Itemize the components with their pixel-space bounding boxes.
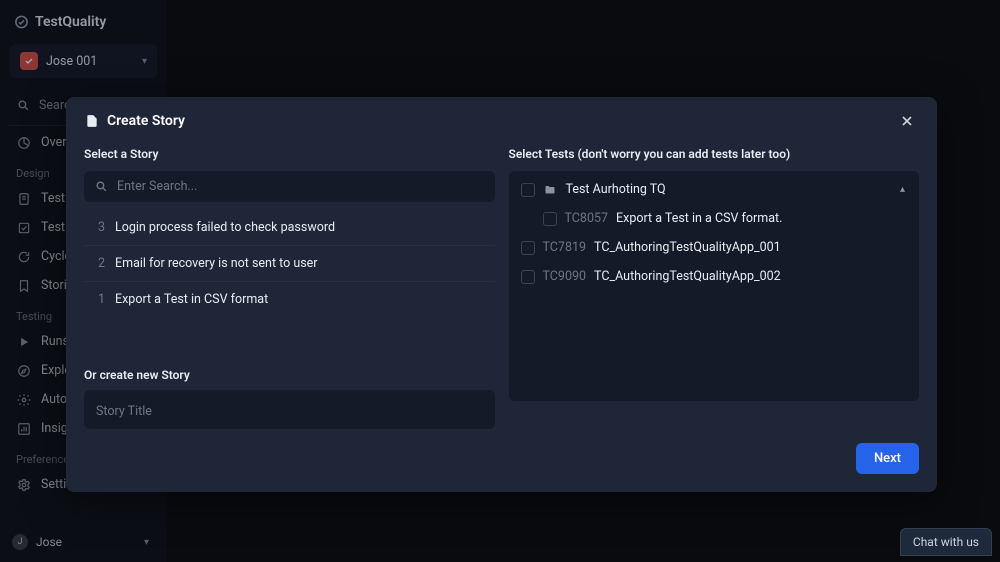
file-plus-icon bbox=[84, 114, 99, 129]
create-story-label: Or create new Story bbox=[84, 368, 495, 382]
chat-widget[interactable]: Chat with us bbox=[900, 528, 992, 556]
tree-test-row[interactable]: TC9090 TC_AuthoringTestQualityApp_002 bbox=[509, 262, 920, 291]
test-id: TC8057 bbox=[565, 211, 609, 226]
tree-folder-row[interactable]: Test Aurhoting TQ ▴ bbox=[509, 175, 920, 204]
select-story-panel: Select a Story 3 Login process failed to… bbox=[84, 147, 495, 429]
story-title-input[interactable] bbox=[96, 404, 483, 419]
modal-title: Create Story bbox=[107, 113, 185, 129]
checkbox[interactable] bbox=[521, 270, 535, 284]
test-name: TC_AuthoringTestQualityApp_001 bbox=[594, 240, 781, 255]
folder-icon bbox=[543, 182, 558, 197]
next-button[interactable]: Next bbox=[856, 443, 919, 474]
story-item[interactable]: 2 Email for recovery is not sent to user bbox=[84, 246, 495, 282]
tree-test-row[interactable]: TC8057 Export a Test in a CSV format. bbox=[509, 204, 920, 233]
story-item[interactable]: 3 Login process failed to check password bbox=[84, 210, 495, 246]
story-title: Login process failed to check password bbox=[115, 220, 335, 235]
modal-header: Create Story bbox=[84, 111, 919, 131]
modal-footer: Next bbox=[84, 443, 919, 474]
story-title: Export a Test in CSV format bbox=[115, 292, 268, 307]
folder-name: Test Aurhoting TQ bbox=[566, 182, 666, 197]
test-id: TC7819 bbox=[543, 240, 587, 255]
checkbox[interactable] bbox=[521, 241, 535, 255]
story-number: 1 bbox=[95, 292, 105, 307]
checkbox[interactable] bbox=[543, 212, 557, 226]
test-id: TC9090 bbox=[543, 269, 587, 284]
close-button[interactable] bbox=[895, 111, 919, 131]
tests-tree: Test Aurhoting TQ ▴ TC8057 Export a Test… bbox=[509, 171, 920, 401]
modal-body: Select a Story 3 Login process failed to… bbox=[84, 147, 919, 429]
chevron-up-icon[interactable]: ▴ bbox=[900, 184, 905, 195]
story-number: 2 bbox=[95, 256, 105, 271]
story-list: 3 Login process failed to check password… bbox=[84, 210, 495, 350]
search-icon bbox=[94, 179, 109, 194]
story-item[interactable]: 1 Export a Test in CSV format bbox=[84, 282, 495, 317]
tree-test-row[interactable]: TC7819 TC_AuthoringTestQualityApp_001 bbox=[509, 233, 920, 262]
test-name: Export a Test in a CSV format. bbox=[616, 211, 782, 226]
chat-label: Chat with us bbox=[913, 535, 979, 549]
checkbox[interactable] bbox=[521, 183, 535, 197]
test-name: TC_AuthoringTestQualityApp_002 bbox=[594, 269, 781, 284]
panel-title: Select Tests (don't worry you can add te… bbox=[509, 147, 920, 161]
select-tests-panel: Select Tests (don't worry you can add te… bbox=[509, 147, 920, 429]
story-search[interactable] bbox=[84, 171, 495, 202]
story-title: Email for recovery is not sent to user bbox=[115, 256, 318, 271]
story-title-field[interactable] bbox=[84, 390, 495, 429]
story-number: 3 bbox=[95, 220, 105, 235]
story-search-input[interactable] bbox=[117, 179, 485, 194]
create-story-modal: Create Story Select a Story 3 Login proc… bbox=[66, 97, 937, 492]
panel-title: Select a Story bbox=[84, 147, 495, 161]
